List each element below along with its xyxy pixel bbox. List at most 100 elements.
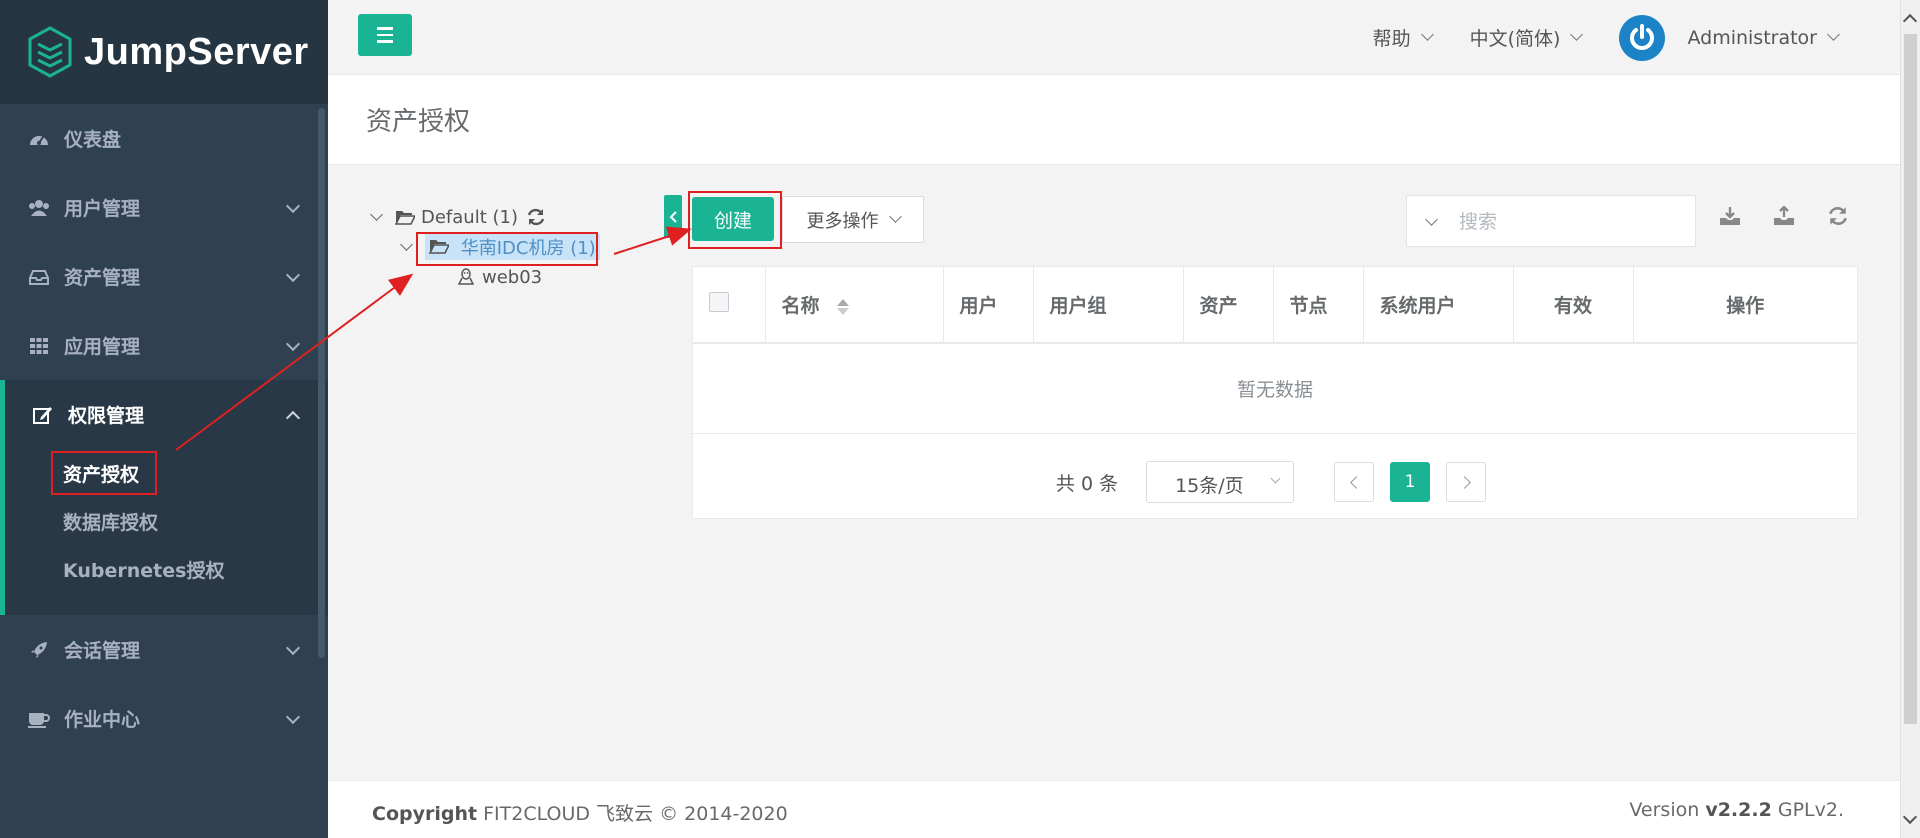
sidebar-nav-lower: 会话管理 作业中心 [0,615,328,753]
prev-page-button[interactable] [1334,462,1375,502]
jumpserver-logo-icon [28,26,72,78]
chevron-down-icon [285,709,301,724]
sidebar-item-label: 资产管理 [64,267,141,289]
page-title: 资产授权 [366,107,471,137]
chevron-down-icon[interactable] [370,207,383,221]
folder-open-icon [395,211,415,225]
chevron-left-icon [669,210,677,223]
sidebar-item-label: 权限管理 [68,405,145,427]
footer-copyright: Copyright FIT2CLOUD 飞致云 © 2014-2020 [372,803,788,825]
column-header-name[interactable]: 名称 [765,267,944,344]
sidebar-subitem-database-permission[interactable]: 数据库授权 [5,497,328,545]
scroll-down-icon[interactable] [1902,809,1918,825]
create-button[interactable]: 创建 [692,197,774,241]
column-header-actions: 操作 [1633,267,1857,344]
sidebar-item-label: 用户管理 [64,198,141,220]
power-icon [1630,23,1655,50]
refresh-icon[interactable] [526,207,546,227]
sidebar-subitem-label: 数据库授权 [63,511,159,534]
logo[interactable]: JumpServer [0,0,328,104]
tree-node-web03[interactable]: web03 [372,262,600,292]
sidebar-item-permissions[interactable]: 权限管理 [5,380,328,449]
inbox-icon [28,266,50,288]
chevron-up-icon [285,410,301,425]
chevron-down-icon [285,336,301,351]
chevron-right-icon [1457,475,1471,489]
search-filter-dropdown[interactable] [1407,196,1455,248]
column-header-users: 用户 [943,267,1034,344]
sidebar-item-dashboard[interactable]: 仪表盘 [0,104,328,173]
search-input[interactable] [1459,204,1687,240]
tree-node-label: web03 [482,266,543,288]
sidebar-item-applications[interactable]: 应用管理 [0,311,328,380]
sidebar-nav: 仪表盘 用户管理 资产管理 应用管理 [0,104,328,380]
page-size-value: 15条/页 [1175,475,1244,497]
user-dropdown[interactable]: Administrator [1619,14,1840,61]
pagination-total: 共 0 条 [1055,472,1119,495]
sidebar-item-assets[interactable]: 资产管理 [0,242,328,311]
chevron-down-icon [888,210,902,223]
hamburger-icon [377,40,393,43]
select-all-checkbox[interactable] [709,292,729,312]
pagination: 共 0 条 15条/页 1 [693,445,1857,519]
sidebar-item-jobs[interactable]: 作业中心 [0,684,328,753]
column-header-valid: 有效 [1513,267,1634,344]
page-heading: 资产授权 [328,75,1900,165]
tree-node-idc[interactable]: 华南IDC机房 (1) [372,232,600,266]
coffee-icon [28,708,50,730]
next-page-button[interactable] [1446,462,1487,502]
sidebar-item-label: 仪表盘 [64,129,122,151]
sidebar-subitem-kubernetes-permission[interactable]: Kubernetes授权 [5,545,328,593]
scrollbar-thumb[interactable] [1904,34,1917,724]
sidebar-item-users[interactable]: 用户管理 [0,173,328,242]
annotation-highlight-box [416,232,598,266]
search-box [1406,195,1696,247]
footer: Copyright FIT2CLOUD 飞致云 © 2014-2020 Vers… [328,780,1900,838]
language-dropdown[interactable]: 中文(简体) [1470,24,1584,51]
help-dropdown[interactable]: 帮助 [1372,24,1434,51]
sidebar-subitem-label: Kubernetes授权 [63,559,225,582]
chevron-down-icon [1424,212,1438,226]
refresh-icon[interactable] [1826,204,1850,228]
annotation-highlight-box [51,451,157,495]
tree-node-root[interactable]: Default (1) [370,202,600,232]
sort-icon[interactable] [836,297,850,317]
download-icon[interactable] [1718,204,1742,228]
table-empty-row: 暂无数据 [693,343,1857,434]
chevron-down-icon [1827,28,1840,41]
asset-tree: Default (1) 华南IDC机房 (1) web03 [370,202,600,292]
chevron-down-icon [1570,28,1584,41]
more-actions-label: 更多操作 [806,210,879,232]
hamburger-icon [377,33,393,37]
sidebar-scrollbar[interactable] [318,108,325,658]
rocket-icon [28,639,50,661]
more-actions-dropdown[interactable]: 更多操作 [782,196,924,243]
page-scrollbar[interactable] [1900,0,1920,838]
page-size-select[interactable]: 15条/页 [1146,461,1295,503]
dashboard-icon [28,128,50,150]
sidebar-subnav-permissions: 资产授权 数据库授权 Kubernetes授权 [5,449,328,615]
menu-toggle-button[interactable] [358,14,412,56]
permission-table-panel: 名称 用户 用户组 资产 节点 系统用户 有效 操作 暂无数据 共 0 条 15… [692,266,1858,519]
scroll-up-icon[interactable] [1902,13,1918,29]
sidebar-item-label: 作业中心 [64,709,141,731]
upload-icon[interactable] [1772,204,1796,228]
chevron-down-icon[interactable] [400,237,413,251]
chevron-down-icon [1420,28,1434,41]
footer-version: Version v2.2.2 GPLv2. [1629,799,1844,821]
table-header-row: 名称 用户 用户组 资产 节点 系统用户 有效 操作 [693,267,1857,344]
table-tools [1718,204,1850,228]
sidebar-item-label: 应用管理 [64,336,141,358]
linux-icon [458,268,474,285]
collapse-tree-button[interactable] [664,195,682,238]
hamburger-icon [377,27,393,30]
chevron-left-icon [1349,475,1363,489]
sidebar-item-sessions[interactable]: 会话管理 [0,615,328,684]
sidebar-subitem-asset-permission[interactable]: 资产授权 [5,449,328,497]
help-label: 帮助 [1372,28,1411,50]
users-icon [28,197,50,219]
permission-table: 名称 用户 用户组 资产 节点 系统用户 有效 操作 暂无数据 [693,267,1857,434]
top-right-menus: 帮助 中文(简体) Administrator [1372,0,1840,75]
page-number-button[interactable]: 1 [1390,462,1431,502]
grid-icon [28,335,50,357]
